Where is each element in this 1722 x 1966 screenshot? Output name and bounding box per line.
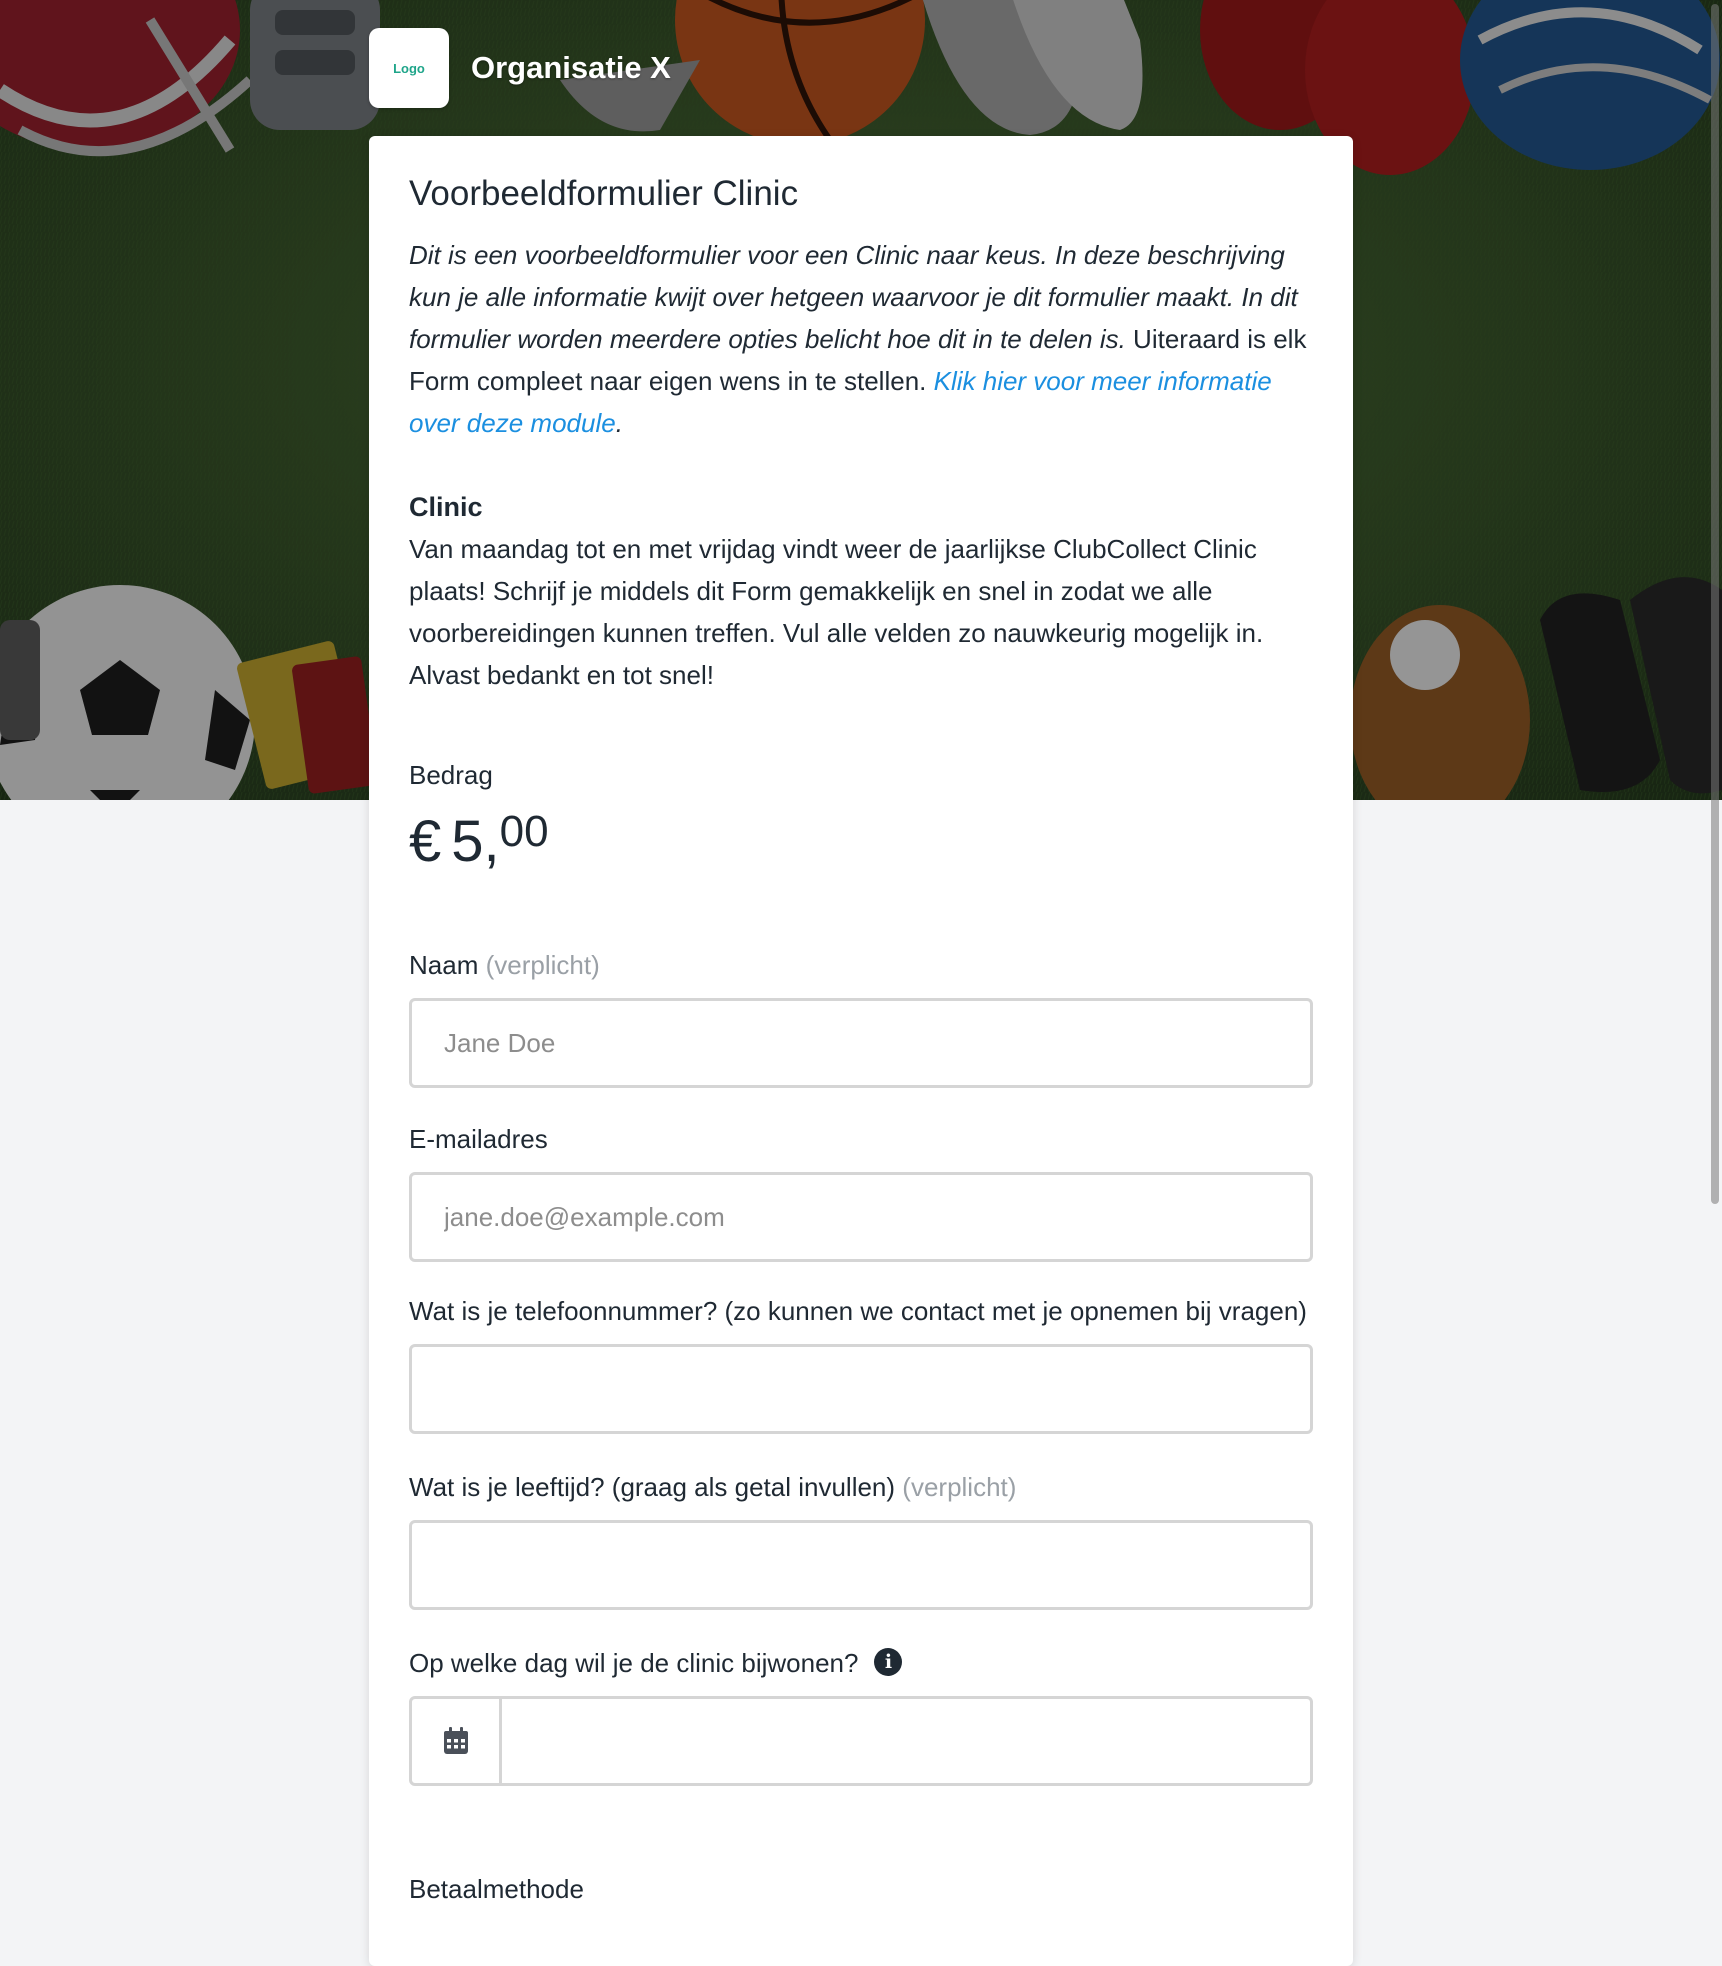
phone-input[interactable] <box>409 1344 1313 1434</box>
organization-name: Organisatie X <box>471 50 671 85</box>
organization-logo[interactable]: Logo <box>369 28 449 108</box>
form-card: Voorbeeldformulier Clinic Dit is een voo… <box>369 136 1353 1966</box>
calendar-icon <box>443 1727 468 1754</box>
section-heading: Clinic <box>409 492 483 522</box>
amount-cents: 00 <box>499 807 549 856</box>
amount-label: Bedrag <box>409 760 493 790</box>
age-label: Wat is je leeftijd? (graag als getal inv… <box>409 1470 1313 1504</box>
date-label: Op welke dag wil je de clinic bijwonen? i <box>409 1646 1313 1680</box>
age-input[interactable] <box>409 1520 1313 1610</box>
required-marker: (verplicht) <box>902 1472 1017 1502</box>
required-marker: (verplicht) <box>485 950 600 980</box>
name-input[interactable] <box>409 998 1313 1088</box>
date-picker[interactable] <box>409 1696 1313 1786</box>
email-field-group: E-mailadres <box>409 1122 1313 1262</box>
info-icon[interactable]: i <box>874 1648 903 1677</box>
form-intro: Dit is een voorbeeldformulier voor een C… <box>409 234 1313 444</box>
amount-whole: 5, <box>451 809 500 874</box>
page-header: Logo Organisatie X <box>369 28 671 108</box>
amount-display: € 5, 00 <box>409 810 1313 874</box>
name-field-group: Naam (verplicht) <box>409 948 1313 1088</box>
phone-label: Wat is je telefoonnummer? (zo kunnen we … <box>409 1296 1307 1326</box>
date-label-text: Op welke dag wil je de clinic bijwonen? <box>409 1648 859 1678</box>
section-body: Van maandag tot en met vrijdag vindt wee… <box>409 534 1264 690</box>
form-title: Voorbeeldformulier Clinic <box>409 174 799 213</box>
calendar-button[interactable] <box>412 1699 502 1783</box>
name-label: Naam (verplicht) <box>409 948 1313 982</box>
email-label: E-mailadres <box>409 1124 548 1154</box>
payment-method-label: Betaalmethode <box>409 1874 584 1904</box>
age-label-text: Wat is je leeftijd? (graag als getal inv… <box>409 1472 896 1502</box>
intro-link-end: . <box>615 408 623 438</box>
scrollbar-thumb[interactable] <box>1711 4 1719 1204</box>
date-field-group: Op welke dag wil je de clinic bijwonen? i <box>409 1646 1313 1786</box>
age-field-group: Wat is je leeftijd? (graag als getal inv… <box>409 1470 1313 1610</box>
phone-field-group: Wat is je telefoonnummer? (zo kunnen we … <box>409 1294 1313 1434</box>
amount-currency: € <box>409 809 442 874</box>
name-label-text: Naam <box>409 950 479 980</box>
email-input[interactable] <box>409 1172 1313 1262</box>
page-scrollbar[interactable] <box>1708 0 1722 1918</box>
logo-text: Logo <box>393 60 425 76</box>
date-input[interactable] <box>502 1699 1310 1783</box>
